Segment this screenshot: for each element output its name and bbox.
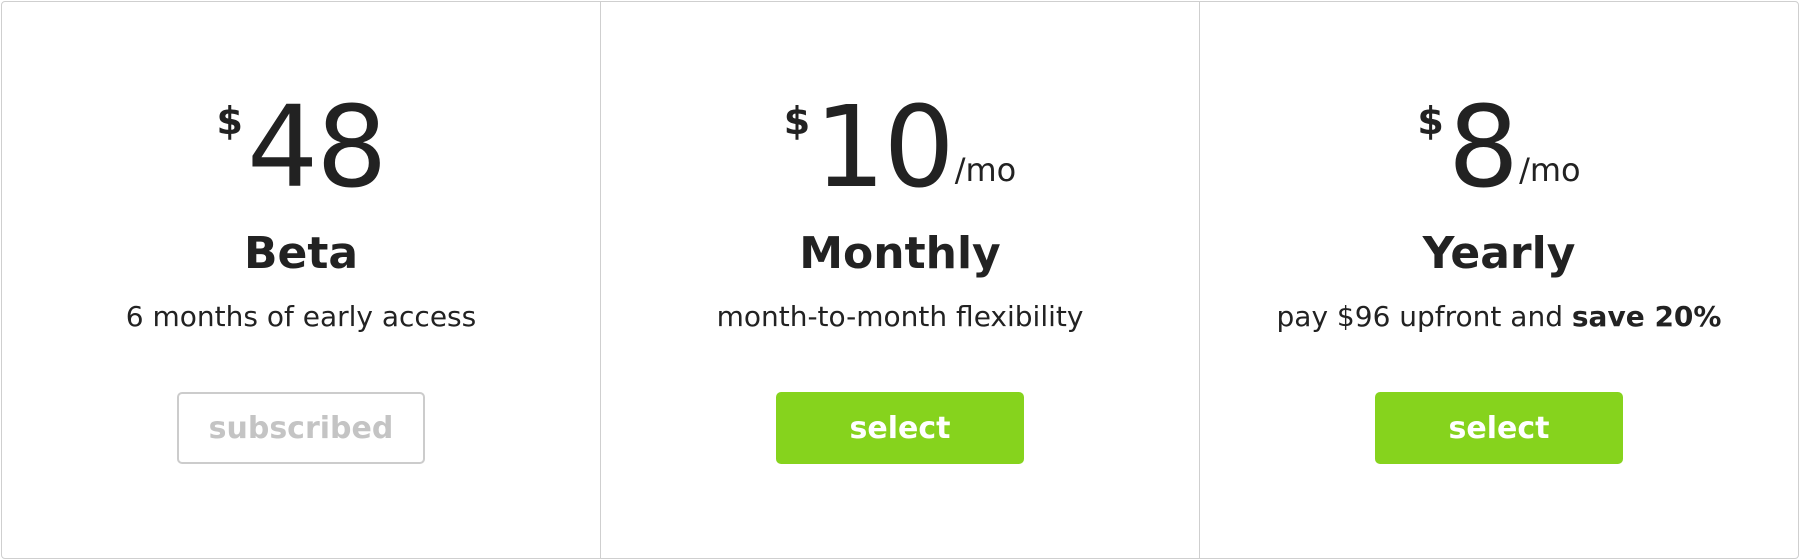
plan-price: $ 10 /mo [601,83,1199,213]
price-amount: 8 [1447,83,1519,213]
plan-monthly: $ 10 /mo Monthly month-to-month flexibil… [600,2,1199,558]
plan-description: pay $96 upfront and save 20% [1200,300,1798,334]
plan-description: month-to-month flexibility [601,300,1199,334]
plan-description-text: 6 months of early access [125,300,477,333]
plan-name: Yearly [1422,228,1576,279]
plan-description-text: month-to-month flexibility [716,300,1084,333]
currency-symbol: $ [1417,99,1444,143]
plan-description-text: pay $96 upfront and [1276,300,1572,333]
plan-description: 6 months of early access [2,300,600,334]
currency-symbol: $ [216,99,243,143]
select-yearly-button[interactable]: select [1375,392,1623,464]
price-unit: /mo [954,151,1017,189]
plan-name: Monthly [799,228,1001,279]
price-unit: /mo [1519,151,1581,189]
currency-symbol: $ [783,99,811,143]
plan-beta: $ 48 Beta 6 months of early access subsc… [2,2,600,558]
select-monthly-button[interactable]: select [776,392,1024,464]
subscribed-button[interactable]: subscribed [177,392,425,464]
price-amount: 48 [246,83,388,213]
savings-highlight: save 20% [1571,300,1722,333]
plan-name: Beta [243,228,359,279]
plan-price: $ 8 /mo [1200,83,1798,213]
pricing-table: $ 48 Beta 6 months of early access subsc… [1,1,1799,559]
plan-price: $ 48 [2,83,600,213]
plan-yearly: $ 8 /mo Yearly pay $96 upfront and save … [1199,2,1798,558]
price-amount: 10 [814,83,955,213]
